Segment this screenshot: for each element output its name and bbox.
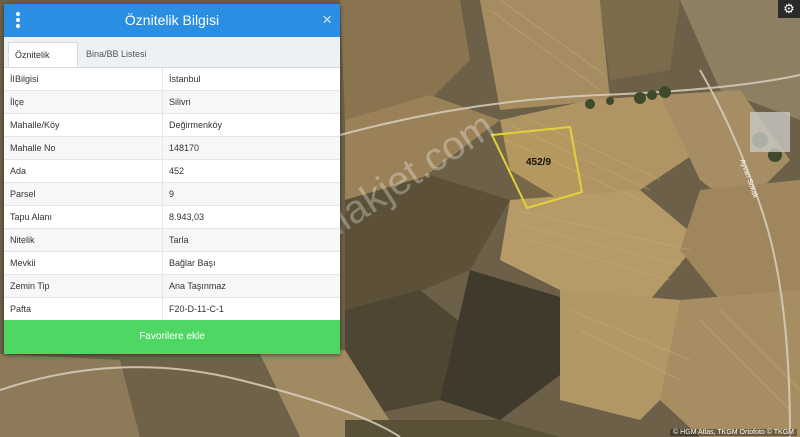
attribute-value: Değirmenköy <box>162 113 340 137</box>
attribute-value: 452 <box>162 159 340 183</box>
table-row: İlçe Silivri <box>4 90 340 114</box>
table-row: Mahalle/Köy Değirmenköy <box>4 113 340 137</box>
attribute-key: Mahalle No <box>4 136 163 160</box>
panel-title: Öznitelik Bilgisi <box>124 12 220 28</box>
attribute-key: Nitelik <box>4 228 163 252</box>
attribute-key: Parsel <box>4 182 163 206</box>
attribute-value: 148170 <box>162 136 340 160</box>
gear-icon[interactable]: ⚙ <box>778 0 800 18</box>
table-row: Parsel 9 <box>4 182 340 206</box>
tab-attribute-info[interactable]: Öznitelik Bilgisi <box>8 42 78 84</box>
attribute-key: Mahalle/Köy <box>4 113 163 137</box>
attribute-key: Zemin Tip <box>4 274 163 298</box>
add-to-favorites-button[interactable]: Favorilere ekle <box>4 320 340 354</box>
attribute-table: İl İstanbul İlçe Silivri Mahalle/Köy Değirmen… <box>4 68 340 321</box>
attribute-key: Pafta <box>4 297 163 321</box>
table-row: Tapu Alanı 8.943,03 <box>4 205 340 229</box>
attribute-value: Silivri <box>162 90 340 114</box>
attribute-value: İstanbul <box>162 68 340 91</box>
table-row: Zemin Tip Ana Taşınmaz <box>4 274 340 298</box>
table-row: Mevkii Bağlar Başı <box>4 251 340 275</box>
attribute-panel: Öznitelik Bilgisi × Öznitelik Bilgisi Bi… <box>4 4 340 354</box>
table-row: Mahalle No 148170 <box>4 136 340 160</box>
tab-building-list[interactable]: Bina/BB Listesi <box>80 42 160 67</box>
attribute-value: Ana Taşınmaz <box>162 274 340 298</box>
parcel-label: 452/9 <box>526 157 551 168</box>
table-row: Pafta F20-D-11-C-1 <box>4 297 340 321</box>
attribute-value: Bağlar Başı <box>162 251 340 275</box>
attribute-key: Ada <box>4 159 163 183</box>
attribute-value: Tarla <box>162 228 340 252</box>
panel-header: Öznitelik Bilgisi × <box>4 4 340 37</box>
attribute-value: 8.943,03 <box>162 205 340 229</box>
attribute-key: Tapu Alanı <box>4 205 163 229</box>
attribute-key: İlçe <box>4 90 163 114</box>
table-row: İl İstanbul <box>4 68 340 91</box>
attribute-value: 9 <box>162 182 340 206</box>
table-row: Nitelik Tarla <box>4 228 340 252</box>
tab-bar: Öznitelik Bilgisi Bina/BB Listesi <box>4 37 340 84</box>
close-icon[interactable]: × <box>322 10 332 30</box>
attribute-key: Mevkii <box>4 251 163 275</box>
map-attribution: © HGM Atlas, TKGM Ortofoto © TKGM <box>670 429 797 436</box>
table-row: Ada 452 <box>4 159 340 183</box>
attribute-value: F20-D-11-C-1 <box>162 297 340 321</box>
